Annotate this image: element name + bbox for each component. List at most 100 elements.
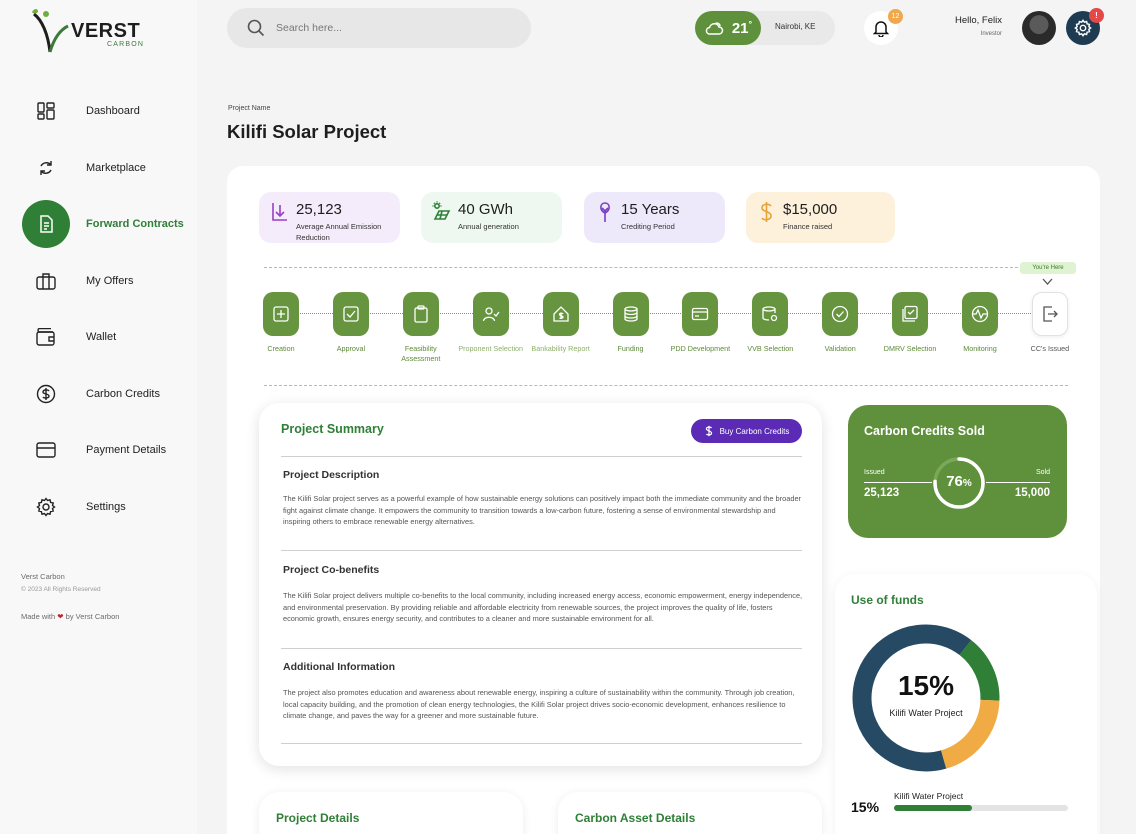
brand-sub: CARBON <box>107 41 145 48</box>
database-settings-icon <box>762 306 778 322</box>
carbon-credits-sold-card: Carbon Credits Sold Issued Sold 25,123 1… <box>848 405 1067 538</box>
stat-value: $15,000 <box>783 201 838 218</box>
step-box <box>612 292 649 336</box>
issued-value: 25,123 <box>864 487 900 499</box>
sidebar-item-payment-details[interactable]: Payment Details <box>0 422 197 479</box>
bell-icon <box>873 21 889 37</box>
dollar-icon <box>761 202 772 222</box>
sidebar-item-label: My Offers <box>86 274 134 287</box>
sold-value: 15,000 <box>1014 487 1050 499</box>
stat-label: Average Annual Emission Reduction <box>296 222 382 242</box>
donut-center-percent: 15% <box>897 670 955 701</box>
step-8[interactable]: VVB Selection <box>735 292 805 354</box>
document-icon <box>22 200 70 249</box>
coins-icon <box>623 306 638 322</box>
step-3[interactable]: Feasibility Assessment <box>386 292 456 364</box>
sold-label: Sold <box>1035 469 1050 476</box>
wallet-icon <box>22 313 70 361</box>
step-4[interactable]: Proponent Selection <box>456 292 526 354</box>
step-label: Creation <box>267 344 295 353</box>
settings-badge: ! <box>1089 8 1104 23</box>
buy-carbon-credits-button[interactable]: Buy Carbon Credits <box>691 419 802 443</box>
heart-icon: ❤ <box>57 612 64 621</box>
footer-company: Verst Carbon <box>21 572 65 581</box>
sidebar-item-dashboard[interactable]: Dashboard <box>0 83 197 140</box>
carbon-asset-details-card[interactable]: Carbon Asset Details <box>558 792 822 834</box>
step-12[interactable]: CC's Issued <box>1015 292 1085 354</box>
project-summary-card: Project Summary Buy Carbon Credits Proje… <box>259 403 822 766</box>
weather-temp: 21° <box>731 19 753 37</box>
step-box <box>962 292 998 336</box>
divider <box>281 743 802 744</box>
project-details-card[interactable]: Project Details <box>259 792 523 834</box>
step-label: Validation <box>824 344 856 353</box>
monitor-heart-icon <box>971 305 989 323</box>
step-label: Funding <box>617 344 644 353</box>
stat-card: 15 Years Crediting Period <box>584 192 725 243</box>
step-label: Proponent Selection <box>458 344 524 353</box>
legend-percent: 15% <box>851 799 880 815</box>
step-7[interactable]: PDD Development <box>665 292 735 354</box>
section-text: The Kilifi Solar project delivers multip… <box>283 591 803 623</box>
step-label: Approval <box>336 344 366 353</box>
search-bar[interactable] <box>227 8 531 48</box>
divider <box>281 456 802 457</box>
dollar-icon <box>705 425 712 437</box>
footer-made-with: Made with ❤ by Verst Carbon <box>21 610 119 623</box>
search-input[interactable] <box>276 22 496 34</box>
sidebar-item-wallet[interactable]: Wallet <box>0 309 197 366</box>
funds-title: Use of funds <box>851 593 924 607</box>
step-9[interactable]: Validation <box>805 292 875 354</box>
user-check-icon <box>482 307 500 322</box>
sidebar-item-settings[interactable]: Settings <box>0 479 197 536</box>
sidebar-item-label: Dashboard <box>86 105 140 118</box>
sidebar-item-label: Carbon Credits <box>86 387 160 400</box>
refresh-icon <box>22 144 70 192</box>
step-box <box>1031 292 1068 336</box>
step-2[interactable]: Approval <box>316 292 386 354</box>
section-heading: Additional Information <box>283 661 395 673</box>
house-dollar-icon <box>552 306 569 322</box>
stat-card: 25,123 Average Annual Emission Reduction <box>259 192 400 243</box>
buy-button-label: Buy Carbon Credits <box>719 426 790 436</box>
sidebar-item-label: Payment Details <box>86 444 167 457</box>
step-10[interactable]: DMRV Selection <box>875 292 945 354</box>
weather-widget[interactable]: 21° Nairobi, KE <box>695 11 835 45</box>
avatar[interactable] <box>1022 11 1056 45</box>
chevron-down-icon <box>1042 278 1053 285</box>
project-label: Project Name <box>228 105 271 112</box>
step-box <box>402 292 439 336</box>
step-box <box>332 292 369 336</box>
step-label: Bankability Report <box>531 344 590 353</box>
section-heading: Project Description <box>283 469 380 481</box>
divider <box>986 482 1050 483</box>
stat-card: 40 GWh Annual generation <box>421 192 562 243</box>
divider <box>281 648 802 649</box>
you-are-here-badge: You're Here <box>1020 262 1076 274</box>
divider <box>264 385 1068 386</box>
weather-pill: 21° <box>695 11 761 45</box>
step-box <box>472 292 509 336</box>
footer-made-prefix: Made with <box>21 612 56 621</box>
sidebar-item-carbon-credits[interactable]: Carbon Credits <box>0 366 197 423</box>
sidebar-item-label: Forward Contracts <box>86 218 184 231</box>
sidebar-item-forward-contracts[interactable]: Forward Contracts <box>0 196 197 253</box>
stat-label: Finance raised <box>783 222 833 231</box>
sidebar-item-marketplace[interactable]: Marketplace <box>0 140 197 197</box>
check-square-icon <box>343 306 359 322</box>
issued-label: Issued <box>864 469 885 476</box>
page-title: Kilifi Solar Project <box>227 121 387 142</box>
divider <box>264 267 1068 268</box>
tree-icon <box>600 202 610 222</box>
step-5[interactable]: Bankability Report <box>526 292 596 354</box>
sidebar-item-my-offers[interactable]: My Offers <box>0 253 197 310</box>
user-greeting: Hello, Felix <box>955 15 1002 26</box>
stat-value: 40 GWh <box>458 201 514 218</box>
step-1[interactable]: Creation <box>246 292 316 354</box>
footer-made-suffix: by Verst Carbon <box>65 612 120 621</box>
step-11[interactable]: Monitoring <box>945 292 1015 354</box>
footer-rights: © 2023 All Rights Reserved <box>21 586 101 593</box>
step-6[interactable]: Funding <box>596 292 666 354</box>
section-text: The Kilifi Solar project serves as a pow… <box>283 494 802 526</box>
sidebar-item-label: Wallet <box>86 331 117 344</box>
